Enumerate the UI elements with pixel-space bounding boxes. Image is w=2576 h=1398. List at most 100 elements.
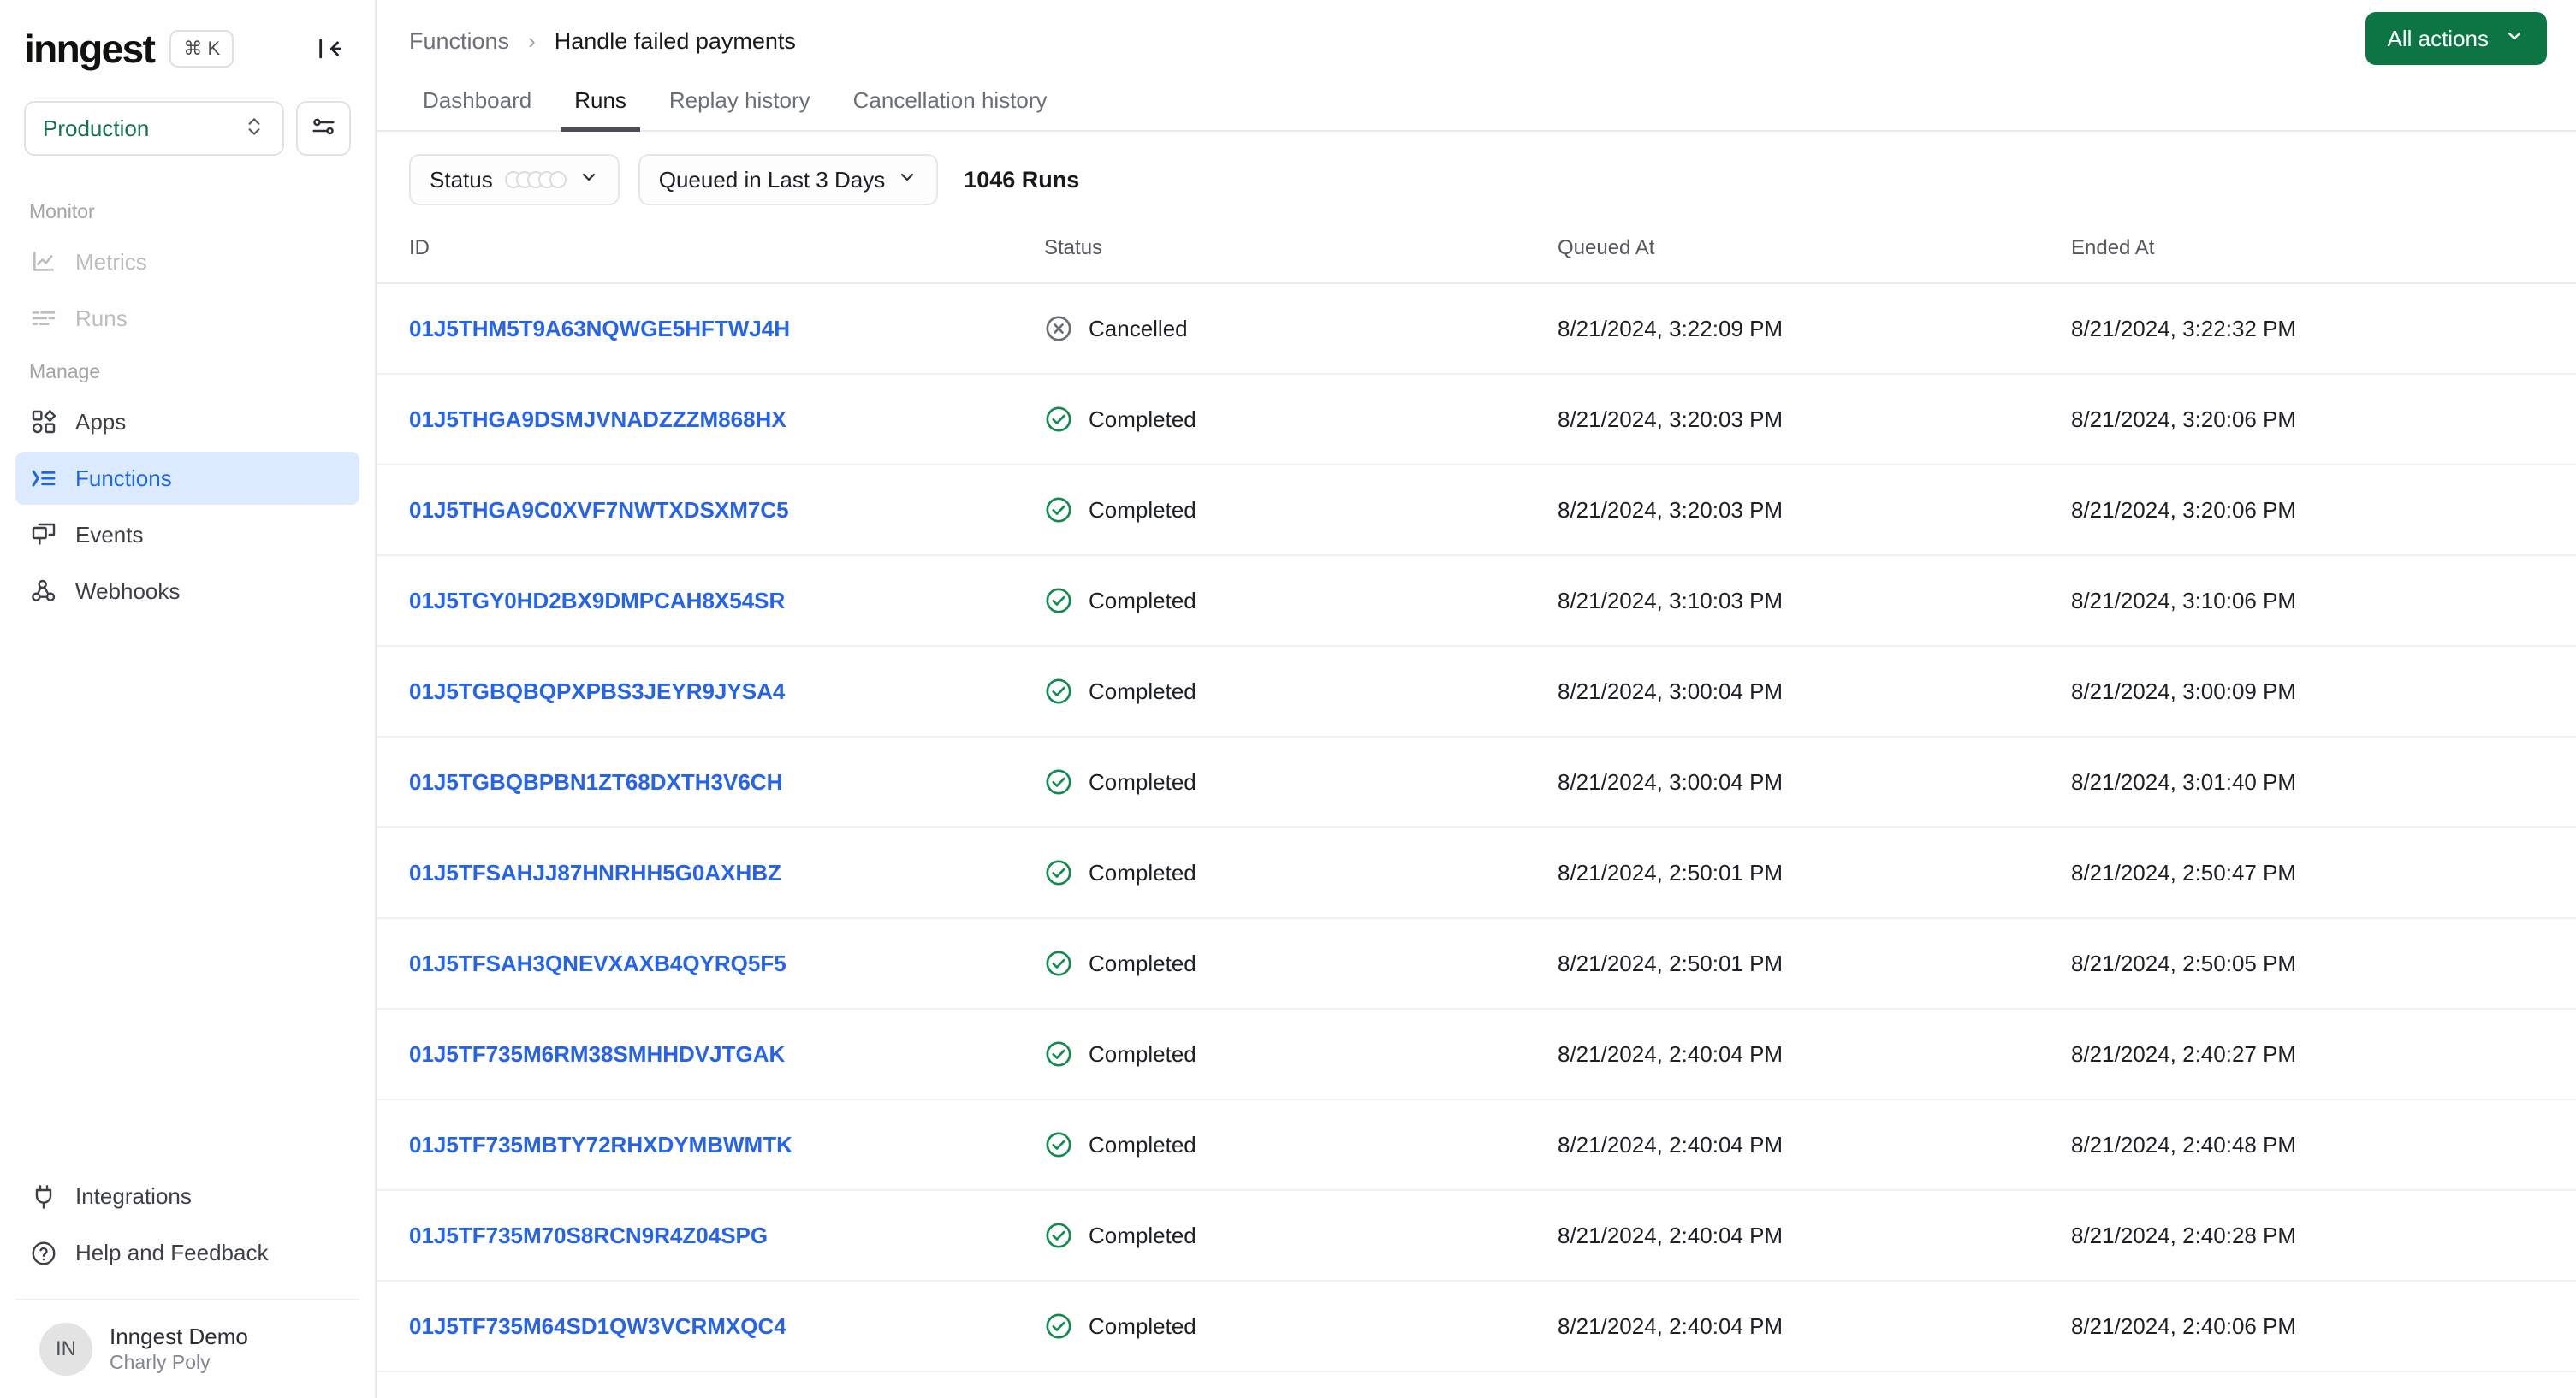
table-row[interactable]: 01J5TF735M64SD1QW3VCRMXQC4 Completed 8/21/… — [377, 1281, 2576, 1372]
environment-label: Production — [43, 115, 150, 141]
run-id-link[interactable]: 01J5TF735M70S8RCN9R4Z04SPG — [409, 1223, 768, 1248]
sidebar-item-metrics[interactable]: Metrics — [15, 235, 359, 288]
user-account: Charly Poly — [110, 1351, 211, 1374]
sidebar-item-apps[interactable]: Apps — [15, 395, 359, 448]
run-id-link[interactable]: 01J5TGY0HD2BX9DMPCAH8X54SR — [409, 588, 785, 613]
sidebar-item-help-and-feedback[interactable]: Help and Feedback — [15, 1227, 359, 1280]
sidebar-header: inngest ⌘ K Production — [0, 0, 375, 156]
table-row[interactable]: 01J5THGA9C0XVF7NWTXDSXM7C5 Completed 8/21/… — [377, 465, 2576, 556]
run-id-link[interactable]: 01J5TFSAHJJ87HNRHH5G0AXHBZ — [409, 860, 781, 886]
collapse-sidebar-icon[interactable] — [310, 28, 351, 69]
table-row[interactable]: 01J5TF735MBTY72RHXDYMBWMTK Completed 8/21/… — [377, 1099, 2576, 1191]
cell-queued-at: 8/21/2024, 3:00:04 PM — [1558, 646, 2071, 738]
status-label: Completed — [1089, 859, 1196, 886]
table-row[interactable]: 01J5TGBQBQPXPBS3JEYR9JYSA4 Completed 8/21/… — [377, 646, 2576, 738]
sidebar-item-label: Events — [75, 521, 144, 548]
runs-table-container: ID Status Queued At Ended At 01J5THM5T9A… — [377, 224, 2576, 1398]
cell-queued-at: 8/21/2024, 3:20:03 PM — [1558, 374, 2071, 465]
sidebar-group-monitor-label: Monitor — [29, 200, 95, 222]
all-actions-label: All actions — [2387, 25, 2490, 51]
sidebar-item-label: Runs — [75, 305, 128, 331]
user-account-menu[interactable]: IN Inngest Demo Charly Poly — [15, 1298, 359, 1398]
table-row[interactable]: 01J5TFSAHJJ87HNRHH5G0AXHBZ Completed 8/21/… — [377, 827, 2576, 919]
sidebar-item-events[interactable]: Events — [15, 508, 359, 561]
cell-status: Completed — [1044, 555, 1558, 647]
table-row[interactable]: 01J5TF735M70S8RCN9R4Z04SPG Completed 8/21/… — [377, 1190, 2576, 1282]
run-id-link[interactable]: 01J5TGBQBQPXPBS3JEYR9JYSA4 — [409, 678, 785, 704]
table-row[interactable]: 01J5THM5T9A63NQWGE5HFTWJ4H Cancelled 8/21/… — [377, 283, 2576, 375]
question-circle-icon — [29, 1239, 58, 1268]
column-header-status[interactable]: Status — [1044, 224, 1558, 284]
cell-ended-at: 8/21/2024, 2:50:47 PM — [2071, 827, 2576, 919]
cell-id: 01J5TF735M64SD1QW3VCRMXQC4 — [377, 1281, 1044, 1372]
breadcrumb-functions[interactable]: Functions — [409, 28, 509, 55]
column-header-queued-at[interactable]: Queued At — [1558, 224, 2071, 284]
check-circle-icon — [1044, 405, 1073, 434]
cell-queued-at: 8/21/2024, 2:40:04 PM — [1558, 1190, 2071, 1282]
run-id-link[interactable]: 01J5TGBQBPBN1ZT68DXTH3V6CH — [409, 769, 782, 795]
run-id-link[interactable]: 01J5TFSAH3QNEVXAXB4QYRQ5F5 — [409, 951, 786, 976]
tab-cancellation-history[interactable]: Cancellation history — [840, 80, 1061, 132]
chevron-down-icon — [897, 167, 917, 193]
run-id-link[interactable]: 01J5TF735MBTY72RHXDYMBWMTK — [409, 1132, 792, 1158]
check-circle-icon — [1044, 858, 1073, 887]
all-actions-button[interactable]: All actions — [2365, 12, 2547, 65]
cell-queued-at: 8/21/2024, 2:40:04 PM — [1558, 1281, 2071, 1372]
environment-settings-button[interactable] — [296, 101, 351, 156]
status-label: Completed — [1089, 587, 1196, 613]
cell-status: Completed — [1044, 1009, 1558, 1100]
cell-id: 01J5THM5T9A63NQWGE5HFTWJ4H — [377, 283, 1044, 375]
chevron-updown-icon — [243, 116, 265, 142]
cell-status: Completed — [1044, 737, 1558, 828]
table-row[interactable]: 01J5THGA9DSMJVNADZZZM868HX Completed 8/21/… — [377, 374, 2576, 465]
status-label: Completed — [1089, 950, 1196, 976]
table-row[interactable]: 01J5TGY0HD2BX9DMPCAH8X54SR Completed 8/21/… — [377, 555, 2576, 647]
time-range-filter[interactable]: Queued in Last 3 Days — [638, 154, 939, 205]
app-root: inngest ⌘ K Production Monitor Metrics R… — [0, 0, 2576, 1398]
cell-status: Completed — [1044, 1281, 1558, 1372]
run-id-link[interactable]: 01J5THGA9C0XVF7NWTXDSXM7C5 — [409, 497, 789, 523]
cell-status: Completed — [1044, 374, 1558, 465]
run-id-link[interactable]: 01J5TF735M6RM38SMHHDVJTGAK — [409, 1041, 785, 1067]
table-row[interactable]: 01J5TF735M6RM38SMHHDVJTGAK Completed 8/21/… — [377, 1009, 2576, 1100]
chart-line-icon — [29, 247, 58, 276]
chevron-down-icon — [2504, 26, 2525, 52]
time-range-label: Queued in Last 3 Days — [658, 166, 886, 193]
tab-runs[interactable]: Runs — [561, 80, 640, 132]
tab-dashboard[interactable]: Dashboard — [409, 80, 545, 132]
status-label: Completed — [1089, 768, 1196, 795]
sidebar-item-functions[interactable]: Functions — [15, 452, 359, 505]
run-id-link[interactable]: 01J5THM5T9A63NQWGE5HFTWJ4H — [409, 316, 790, 341]
apps-grid-icon — [29, 407, 58, 436]
table-row[interactable]: 01J5TFSAH3QNEVXAXB4QYRQ5F5 Completed 8/21/… — [377, 918, 2576, 1010]
environment-selector[interactable]: Production — [24, 101, 284, 156]
run-id-link[interactable]: 01J5THGA9DSMJVNADZZZM868HX — [409, 406, 786, 432]
check-circle-icon — [1044, 767, 1073, 797]
tab-replay-history[interactable]: Replay history — [656, 80, 824, 132]
cell-queued-at: 8/21/2024, 2:50:01 PM — [1558, 827, 2071, 919]
cell-queued-at: 8/21/2024, 3:20:03 PM — [1558, 465, 2071, 556]
sidebar: inngest ⌘ K Production Monitor Metrics R… — [0, 0, 377, 1398]
avatar: IN — [39, 1322, 92, 1376]
logo-row: inngest ⌘ K — [24, 22, 351, 75]
cell-ended-at: 8/21/2024, 3:01:40 PM — [2071, 737, 2576, 828]
cell-ended-at: 8/21/2024, 3:00:09 PM — [2071, 646, 2576, 738]
check-circle-icon — [1044, 949, 1073, 978]
sidebar-item-webhooks[interactable]: Webhooks — [15, 565, 359, 618]
column-header-id[interactable]: ID — [377, 224, 1044, 284]
status-filter[interactable]: Status — [409, 154, 620, 205]
cell-id: 01J5THGA9C0XVF7NWTXDSXM7C5 — [377, 465, 1044, 556]
column-header-ended-at[interactable]: Ended At — [2071, 224, 2576, 284]
run-id-link[interactable]: 01J5TF735M64SD1QW3VCRMXQC4 — [409, 1313, 786, 1339]
sidebar-item-integrations[interactable]: Integrations — [15, 1170, 359, 1223]
command-k-shortcut[interactable]: ⌘ K — [169, 30, 234, 68]
sidebar-item-label: Apps — [75, 408, 127, 435]
inngest-logo[interactable]: inngest — [24, 29, 156, 68]
sidebar-item-runs[interactable]: Runs — [15, 292, 359, 345]
topbar: Functions › Handle failed payments All a… — [377, 0, 2576, 65]
table-row[interactable]: 01J5TGBQBPBN1ZT68DXTH3V6CH Completed 8/21/… — [377, 737, 2576, 828]
runs-table: ID Status Queued At Ended At 01J5THM5T9A… — [377, 224, 2576, 1372]
cell-ended-at: 8/21/2024, 2:40:48 PM — [2071, 1099, 2576, 1191]
sliders-icon — [311, 114, 336, 144]
sidebar-item-label: Webhooks — [75, 578, 181, 604]
